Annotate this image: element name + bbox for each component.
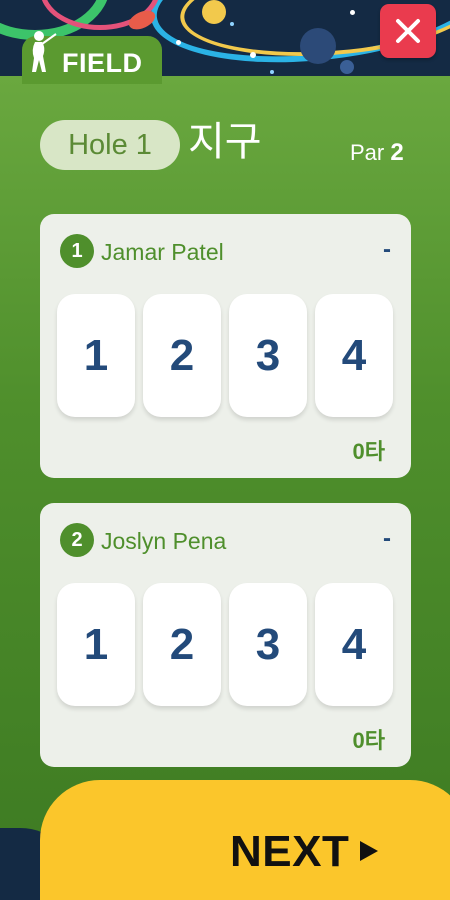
golfer-icon — [32, 31, 57, 72]
player-card: 1 Jamar Patel - 1 2 3 4 0타 — [40, 214, 411, 478]
score-option-button[interactable]: 3 — [229, 583, 307, 706]
score-option-button[interactable]: 3 — [229, 294, 307, 417]
par-display: Par 2 — [350, 138, 404, 168]
player-score: - — [383, 525, 391, 552]
par-label: Par — [350, 140, 385, 165]
score-option-button[interactable]: 2 — [143, 294, 221, 417]
par-value: 2 — [390, 139, 404, 166]
hole-number-pill: Hole 1 — [40, 120, 180, 170]
next-button[interactable]: NEXT — [40, 780, 450, 900]
player-name: Joslyn Pena — [101, 528, 227, 554]
player-name: Jamar Patel — [101, 239, 224, 265]
close-icon — [396, 19, 420, 43]
next-label: NEXT — [230, 827, 350, 876]
player-card: 2 Joslyn Pena - 1 2 3 4 0타 — [40, 503, 411, 767]
score-panel — [0, 76, 450, 900]
field-tab: FIELD — [22, 31, 162, 84]
play-arrow-icon — [360, 841, 378, 861]
stroke-count: 0타 — [352, 439, 385, 464]
score-option-button[interactable]: 1 — [57, 583, 135, 706]
score-option-button[interactable]: 2 — [143, 583, 221, 706]
player-score: - — [383, 236, 391, 263]
player-number-badge: 1 — [60, 234, 94, 268]
field-label: FIELD — [62, 48, 143, 78]
stroke-count: 0타 — [352, 728, 385, 753]
close-button[interactable] — [380, 4, 436, 58]
score-option-button[interactable]: 1 — [57, 294, 135, 417]
score-option-button[interactable]: 4 — [315, 294, 393, 417]
score-option-button[interactable]: 4 — [315, 583, 393, 706]
player-number-badge: 2 — [60, 523, 94, 557]
hole-name: 지구 — [188, 120, 262, 164]
